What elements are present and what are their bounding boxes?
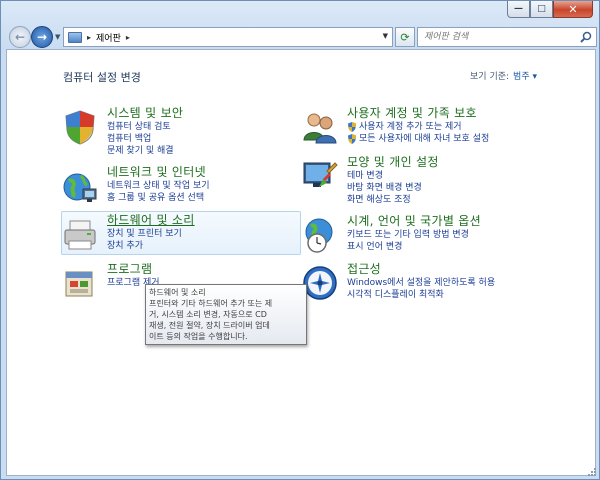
search-input[interactable] xyxy=(424,28,574,46)
view-by-dropdown[interactable]: 범주 ▾ xyxy=(513,72,537,82)
content-pane: 컴퓨터 설정 변경 보기 기준: 범주 ▾ 시스템 및 보안 컴퓨터 상태 검토 … xyxy=(6,49,596,476)
tooltip-line: 프린터와 기타 하드웨어 추가 또는 제 xyxy=(149,299,273,308)
link-label: 모든 사용자에 대해 자녀 보호 설정 xyxy=(359,134,490,144)
link-let-windows-suggest[interactable]: Windows에서 설정을 제안하도록 허용 xyxy=(347,277,495,289)
view-by: 보기 기준: 범주 ▾ xyxy=(470,69,537,82)
title-bar[interactable]: — □ ✕ xyxy=(1,1,599,21)
clock-language-icon[interactable] xyxy=(301,216,339,254)
programs-icon[interactable] xyxy=(61,264,99,302)
link-optimize-display[interactable]: 시각적 디스플레이 최적화 xyxy=(347,289,495,301)
link-change-keyboard[interactable]: 키보드 또는 기타 입력 방법 변경 xyxy=(347,229,469,241)
category-hardware-sound: 하드웨어 및 소리 장치 및 프린터 보기 장치 추가 xyxy=(61,211,301,263)
link-change-theme[interactable]: 테마 변경 xyxy=(347,170,422,182)
link-label: 사용자 계정 추가 또는 제거 xyxy=(359,122,462,132)
link-troubleshoot[interactable]: 문제 찾기 및 해결 xyxy=(107,145,174,157)
close-button[interactable]: ✕ xyxy=(553,1,593,18)
link-add-device[interactable]: 장치 추가 xyxy=(107,240,182,252)
link-homegroup[interactable]: 홈 그룹 및 공유 옵션 선택 xyxy=(107,192,210,204)
tooltip-line: 하드웨어 및 소리 xyxy=(149,288,206,297)
breadcrumb-separator-icon[interactable]: ▸ xyxy=(87,33,91,42)
category-title[interactable]: 시스템 및 보안 xyxy=(107,104,183,121)
category-title[interactable]: 하드웨어 및 소리 xyxy=(107,211,195,228)
search-icon[interactable] xyxy=(580,31,592,43)
navigation-bar: ← → ▼ ▸ 제어판 ▸ ▼ ⟳ xyxy=(5,24,597,48)
appearance-icon[interactable] xyxy=(301,157,339,195)
category-title[interactable]: 사용자 계정 및 가족 보호 xyxy=(347,104,477,121)
breadcrumb-control-panel[interactable]: 제어판 xyxy=(96,31,121,44)
back-arrow-icon: ← xyxy=(14,30,26,44)
breadcrumb-separator-icon[interactable]: ▸ xyxy=(126,33,130,42)
view-by-label: 보기 기준: xyxy=(470,72,510,82)
link-backup[interactable]: 컴퓨터 백업 xyxy=(107,133,174,145)
tooltip-line: 재생, 전원 절약, 장치 드라이버 업데 xyxy=(149,321,270,330)
link-network-status[interactable]: 네트워크 상태 및 작업 보기 xyxy=(107,180,210,192)
control-panel-icon xyxy=(68,31,82,43)
category-system-security: 시스템 및 보안 컴퓨터 상태 검토 컴퓨터 백업 문제 찾기 및 해결 xyxy=(61,104,301,156)
link-parental-controls[interactable]: 모든 사용자에 대해 자녀 보호 설정 xyxy=(347,133,489,145)
recent-pages-dropdown-icon[interactable]: ▼ xyxy=(55,33,60,41)
uac-shield-icon xyxy=(348,134,356,144)
page-title: 컴퓨터 설정 변경 xyxy=(63,71,141,84)
search-box xyxy=(417,27,597,47)
hardware-sound-icon[interactable] xyxy=(61,215,99,253)
tooltip-line: 이트 등의 작업을 수행합니다. xyxy=(149,332,248,341)
maximize-button[interactable]: □ xyxy=(530,1,553,18)
tooltip-line: 거, 시스템 소리 변경, 자동으로 CD xyxy=(149,310,267,319)
control-panel-window: — □ ✕ ← → ▼ ▸ 제어판 ▸ ▼ ⟳ 컴퓨터 설정 변경 보기 기준:… xyxy=(0,0,600,480)
forward-button[interactable]: → xyxy=(31,26,53,48)
close-icon: ✕ xyxy=(568,2,578,16)
category-title[interactable]: 접근성 xyxy=(347,260,381,277)
address-bar[interactable]: ▸ 제어판 ▸ ▼ xyxy=(63,27,393,47)
category-title[interactable]: 모양 및 개인 설정 xyxy=(347,153,439,170)
refresh-button[interactable]: ⟳ xyxy=(395,27,415,47)
back-button[interactable]: ← xyxy=(9,26,31,48)
category-ease-of-access: 접근성 Windows에서 설정을 제안하도록 허용 시각적 디스플레이 최적화 xyxy=(301,260,581,312)
link-change-display-language[interactable]: 표시 언어 변경 xyxy=(347,241,469,253)
link-devices-printers[interactable]: 장치 및 프린터 보기 xyxy=(107,228,182,240)
system-security-icon[interactable] xyxy=(61,108,99,146)
category-user-accounts: 사용자 계정 및 가족 보호 사용자 계정 추가 또는 제거 모든 사용자에 대… xyxy=(301,104,581,156)
link-add-remove-accounts[interactable]: 사용자 계정 추가 또는 제거 xyxy=(347,121,489,133)
forward-arrow-icon: → xyxy=(36,30,48,44)
uac-shield-icon xyxy=(348,122,356,132)
network-internet-icon[interactable] xyxy=(61,167,99,205)
minimize-button[interactable]: — xyxy=(507,1,530,18)
maximize-icon: □ xyxy=(537,3,546,14)
category-title[interactable]: 네트워크 및 인터넷 xyxy=(107,163,206,180)
minimize-icon: — xyxy=(514,3,523,14)
category-title[interactable]: 프로그램 xyxy=(107,260,152,277)
link-review-status[interactable]: 컴퓨터 상태 검토 xyxy=(107,121,174,133)
category-title[interactable]: 시계, 언어 및 국가별 옵션 xyxy=(347,212,481,229)
category-clock-language: 시계, 언어 및 국가별 옵션 키보드 또는 기타 입력 방법 변경 표시 언어… xyxy=(301,212,581,264)
refresh-icon: ⟳ xyxy=(400,30,410,44)
address-dropdown-icon[interactable]: ▼ xyxy=(383,32,388,40)
resize-grip-icon[interactable] xyxy=(587,467,597,477)
caption-buttons: — □ ✕ xyxy=(507,1,593,18)
hardware-sound-tooltip: 하드웨어 및 소리 프린터와 기타 하드웨어 추가 또는 제 거, 시스템 소리… xyxy=(145,284,307,345)
user-accounts-icon[interactable] xyxy=(301,108,339,146)
link-adjust-resolution[interactable]: 화면 해상도 조정 xyxy=(347,194,422,206)
category-network-internet: 네트워크 및 인터넷 네트워크 상태 및 작업 보기 홈 그룹 및 공유 옵션 … xyxy=(61,163,301,215)
link-change-background[interactable]: 바탕 화면 배경 변경 xyxy=(347,182,422,194)
category-appearance: 모양 및 개인 설정 테마 변경 바탕 화면 배경 변경 화면 해상도 조정 xyxy=(301,153,581,205)
